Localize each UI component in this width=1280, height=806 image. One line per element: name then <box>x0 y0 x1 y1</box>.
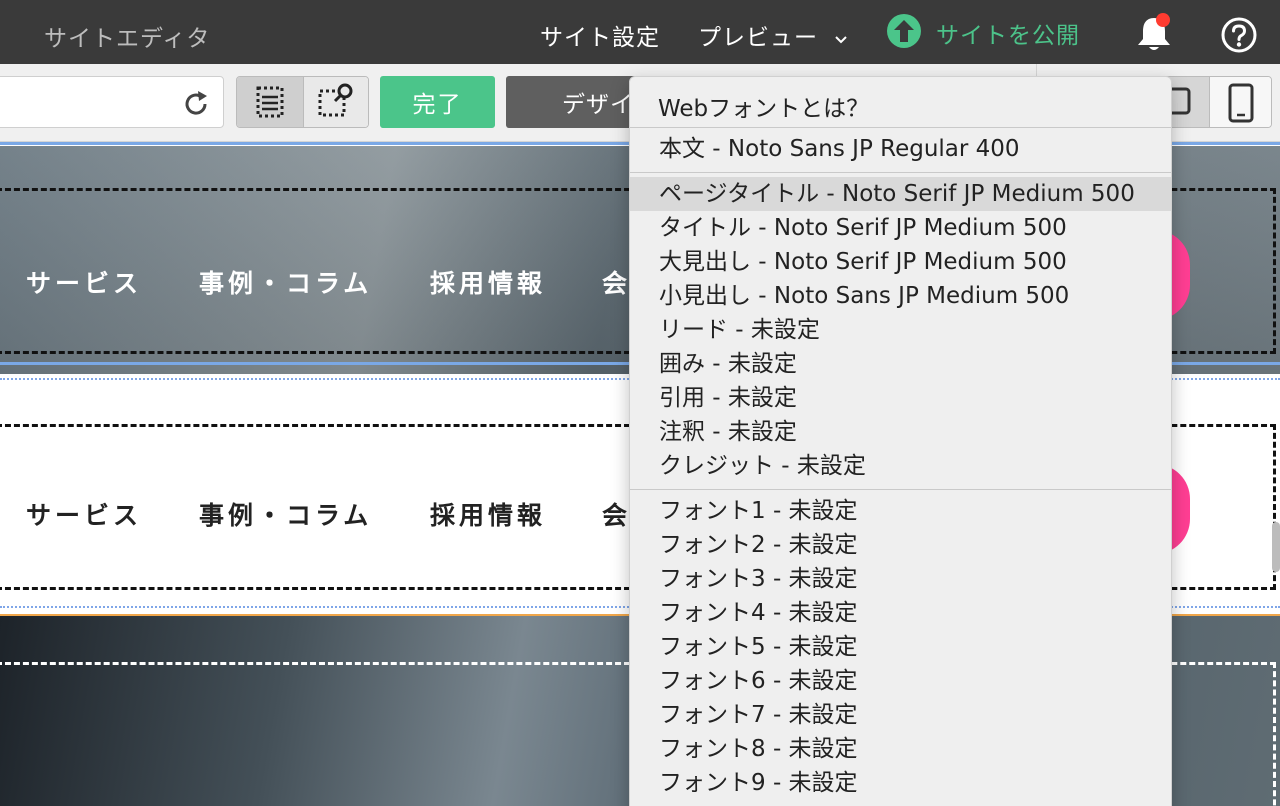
upload-icon <box>886 13 922 53</box>
select-search-icon <box>304 83 368 127</box>
nav-item-recruit-light[interactable]: 採用情報 <box>430 496 546 532</box>
publish-label: サイトを公開 <box>936 23 1080 49</box>
chevron-down-icon <box>834 25 848 51</box>
font-item-custom-1[interactable]: フォント1 - 未設定 <box>630 494 1171 528</box>
url-field[interactable] <box>0 76 224 128</box>
font-item-box[interactable]: 囲み - 未設定 <box>630 347 1171 381</box>
selection-mode-toggle <box>236 76 369 128</box>
font-item-custom-8[interactable]: フォント8 - 未設定 <box>630 732 1171 766</box>
phone-view-button[interactable] <box>1209 77 1271 127</box>
publish-button[interactable]: サイトを公開 <box>886 13 1080 53</box>
font-item-quote[interactable]: 引用 - 未設定 <box>630 381 1171 415</box>
select-frame-icon <box>237 86 303 127</box>
font-item-lead[interactable]: リード - 未設定 <box>630 313 1171 347</box>
font-item-large-heading[interactable]: 大見出し - Noto Serif JP Medium 500 <box>630 245 1171 279</box>
done-button[interactable]: 完了 <box>380 76 495 128</box>
webfont-help-link[interactable]: Webフォントとは？ <box>658 89 869 123</box>
app-title: サイトエディタ <box>44 26 211 52</box>
phone-icon <box>1210 83 1271 127</box>
select-frame-button[interactable] <box>237 77 303 127</box>
preview-label: プレビュー <box>698 25 818 51</box>
nav-item-company[interactable]: 会 <box>602 264 631 300</box>
nav-item-services-light[interactable]: サービス <box>26 496 142 532</box>
font-item-custom-5[interactable]: フォント5 - 未設定 <box>630 630 1171 664</box>
nav-item-cases-light[interactable]: 事例・コラム <box>199 496 372 532</box>
font-item-credit[interactable]: クレジット - 未設定 <box>630 449 1171 483</box>
font-item-note[interactable]: 注釈 - 未設定 <box>630 415 1171 449</box>
font-item-custom-3[interactable]: フォント3 - 未設定 <box>630 562 1171 596</box>
notifications-button[interactable] <box>1134 12 1174 54</box>
font-item-custom-9[interactable]: フォント9 - 未設定 <box>630 766 1171 800</box>
font-item-custom-6[interactable]: フォント6 - 未設定 <box>630 664 1171 698</box>
canvas-scrollbar[interactable] <box>1272 522 1280 572</box>
menu-separator <box>630 127 1171 128</box>
nav-item-cases[interactable]: 事例・コラム <box>199 264 372 300</box>
site-settings-link[interactable]: サイト設定 <box>540 18 660 52</box>
nav-item-recruit[interactable]: 採用情報 <box>430 264 546 300</box>
font-item-small-heading[interactable]: 小見出し - Noto Sans JP Medium 500 <box>630 279 1171 313</box>
nav-item-services[interactable]: サービス <box>26 264 142 300</box>
top-bar: サイトエディタ サイト設定 プレビュー サイトを公開 <box>0 0 1280 64</box>
webfont-dropdown: Webフォントとは？ 本文 - Noto Sans JP Regular 400… <box>629 76 1172 806</box>
preview-menu[interactable]: プレビュー <box>698 18 848 52</box>
font-item-custom-4[interactable]: フォント4 - 未設定 <box>630 596 1171 630</box>
reload-icon[interactable] <box>181 89 211 119</box>
menu-separator <box>630 489 1171 490</box>
font-item-title[interactable]: タイトル - Noto Serif JP Medium 500 <box>630 211 1171 245</box>
bell-icon <box>1134 13 1174 58</box>
device-toggle <box>1160 76 1272 128</box>
help-icon <box>1220 17 1258 58</box>
nav-item-company-light[interactable]: 会 <box>602 496 631 532</box>
font-item-custom-2[interactable]: フォント2 - 未設定 <box>630 528 1171 562</box>
menu-separator <box>630 172 1171 173</box>
select-search-button[interactable] <box>303 77 368 127</box>
help-button[interactable] <box>1220 16 1258 54</box>
font-item-custom-7[interactable]: フォント7 - 未設定 <box>630 698 1171 732</box>
font-item-page-title[interactable]: ページタイトル - Noto Serif JP Medium 500 <box>630 177 1171 211</box>
font-item-body[interactable]: 本文 - Noto Sans JP Regular 400 <box>630 132 1171 166</box>
